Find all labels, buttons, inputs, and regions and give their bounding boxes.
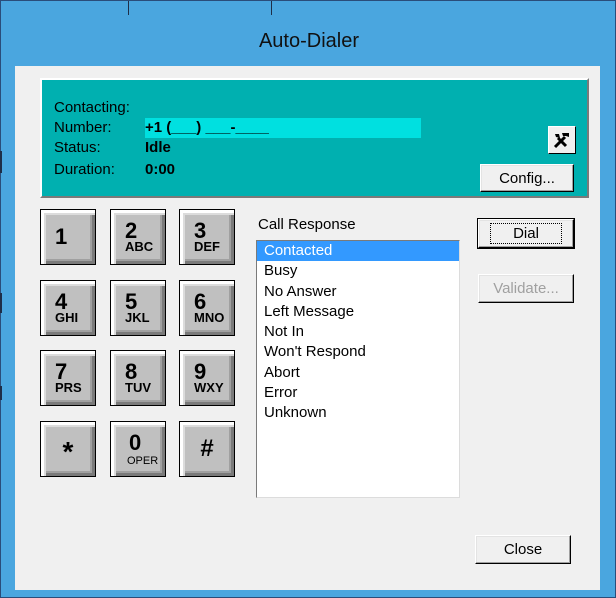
status-label: Status: bbox=[54, 139, 101, 156]
key-5[interactable]: 5 JKL bbox=[110, 280, 166, 336]
status-value: Idle bbox=[145, 139, 171, 156]
duration-label: Duration: bbox=[54, 161, 115, 178]
list-item[interactable]: Left Message bbox=[257, 302, 459, 322]
key-9-letters: WXY bbox=[194, 380, 224, 395]
validate-button-label: Validate... bbox=[493, 280, 559, 297]
key-0-digit: 0 bbox=[129, 430, 142, 455]
window-frame-mark bbox=[0, 386, 2, 400]
list-item[interactable]: Won't Respond bbox=[257, 342, 459, 362]
key-9[interactable]: 9 WXY bbox=[179, 350, 235, 406]
key-7-letters: PRS bbox=[55, 380, 82, 395]
window-frame-mark bbox=[0, 293, 2, 313]
key-8[interactable]: 8 TUV bbox=[110, 350, 166, 406]
dial-button-label: Dial bbox=[490, 223, 562, 244]
duration-value: 0:00 bbox=[145, 161, 176, 178]
key-6-letters: MNO bbox=[194, 310, 225, 325]
validate-button[interactable]: Validate... bbox=[478, 274, 574, 303]
wrench-hammer-icon bbox=[553, 133, 569, 149]
key-2[interactable]: 2 ABC bbox=[110, 209, 166, 265]
number-label: Number: bbox=[54, 119, 112, 136]
call-response-label: Call Response bbox=[258, 216, 356, 233]
config-button-label: Config... bbox=[499, 169, 555, 187]
number-field[interactable]: +1 (___) ___-____ bbox=[145, 118, 421, 138]
dial-button[interactable]: Dial bbox=[477, 218, 575, 249]
key-hash-digit: # bbox=[200, 435, 214, 462]
list-item[interactable]: Busy bbox=[257, 261, 459, 281]
config-button[interactable]: Config... bbox=[480, 164, 574, 192]
window-frame-mark bbox=[128, 1, 129, 15]
key-4[interactable]: 4 GHI bbox=[40, 280, 96, 336]
key-star[interactable]: * bbox=[40, 421, 96, 477]
title-bar[interactable]: Auto-Dialer bbox=[7, 16, 611, 66]
window-frame-mark bbox=[271, 1, 272, 15]
call-response-list[interactable]: Contacted Busy No Answer Left Message No… bbox=[256, 240, 460, 498]
window-title: Auto-Dialer bbox=[258, 29, 360, 52]
list-item[interactable]: Error bbox=[257, 383, 459, 403]
key-8-letters: TUV bbox=[125, 380, 151, 395]
close-button-label: Close bbox=[503, 541, 543, 558]
dialog-client-area: Contacting: Number: +1 (___) ___-____ St… bbox=[15, 66, 600, 590]
key-4-letters: GHI bbox=[55, 310, 79, 325]
contacting-label: Contacting: bbox=[54, 99, 130, 116]
tools-button[interactable] bbox=[548, 126, 576, 154]
list-item[interactable]: No Answer bbox=[257, 282, 459, 302]
key-hash[interactable]: # bbox=[179, 421, 235, 477]
key-0[interactable]: 0 OPER bbox=[110, 421, 166, 477]
key-7[interactable]: 7 PRS bbox=[40, 350, 96, 406]
list-item[interactable]: Unknown bbox=[257, 403, 459, 423]
list-item[interactable]: Abort bbox=[257, 363, 459, 383]
key-3-letters: DEF bbox=[194, 239, 220, 254]
key-1-digit: 1 bbox=[55, 224, 68, 249]
key-6[interactable]: 6 MNO bbox=[179, 280, 235, 336]
key-5-letters: JKL bbox=[125, 310, 150, 325]
window-frame-mark bbox=[0, 151, 2, 173]
list-item[interactable]: Not In bbox=[257, 322, 459, 342]
key-star-digit: * bbox=[62, 436, 74, 467]
key-3[interactable]: 3 DEF bbox=[179, 209, 235, 265]
contact-info-panel: Contacting: Number: +1 (___) ___-____ St… bbox=[40, 78, 589, 198]
auto-dialer-window: Auto-Dialer Contacting: Number: +1 (___)… bbox=[0, 0, 616, 598]
list-item[interactable]: Contacted bbox=[257, 241, 459, 262]
key-1[interactable]: 1 bbox=[40, 209, 96, 265]
key-2-letters: ABC bbox=[125, 239, 154, 254]
key-0-letters: OPER bbox=[127, 455, 159, 467]
close-button[interactable]: Close bbox=[475, 535, 571, 564]
